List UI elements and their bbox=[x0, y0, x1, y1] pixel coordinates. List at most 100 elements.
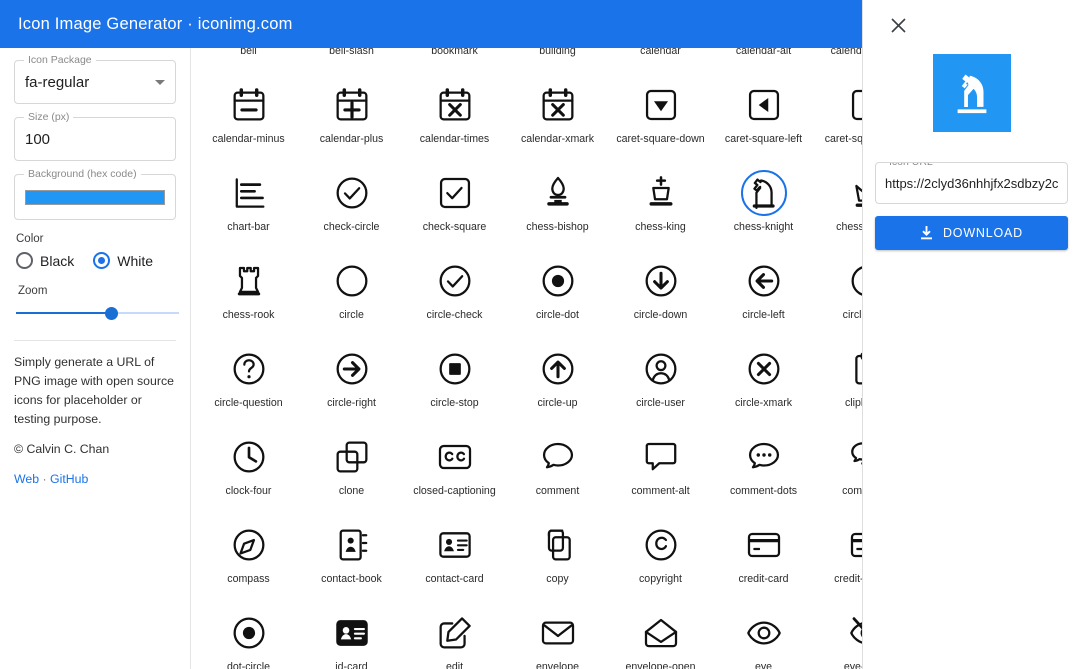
icon-cell-compass[interactable]: compass bbox=[197, 514, 300, 602]
radio-black[interactable] bbox=[16, 252, 33, 269]
icon-cell-circle-xmark[interactable]: circle-xmark bbox=[712, 338, 815, 426]
icon-cell-eye[interactable]: eye bbox=[712, 602, 815, 669]
icon-cell-comment-alt[interactable]: comment-alt bbox=[609, 426, 712, 514]
icon-cell-building[interactable]: building bbox=[506, 48, 609, 74]
icon-cell-credit-card[interactable]: credit-card bbox=[712, 514, 815, 602]
icon-cell-circle-check[interactable]: circle-check bbox=[403, 250, 506, 338]
icon-cell-caret-square-down[interactable]: caret-square-down bbox=[609, 74, 712, 162]
icon-cell-chess-queen[interactable]: chess-queen bbox=[815, 162, 862, 250]
icon-cell-label: circle-stop bbox=[430, 397, 479, 409]
icon-package-select[interactable]: Icon Package fa-regular bbox=[14, 54, 176, 104]
icon-cell-bookmark[interactable]: bookmark bbox=[403, 48, 506, 74]
zoom-label: Zoom bbox=[18, 285, 48, 297]
icon-cell-credit-card-alt[interactable]: credit-card-alt bbox=[815, 514, 862, 602]
comments-icon bbox=[844, 434, 862, 480]
size-value: 100 bbox=[25, 130, 51, 148]
radio-white-label: White bbox=[117, 252, 154, 269]
icon-cell-circle-left[interactable]: circle-left bbox=[712, 250, 815, 338]
icon-url-field[interactable]: Icon URL https://2clyd36nhhjfx2sdbzy2cu4… bbox=[875, 162, 1068, 204]
icon-cell-comment-dots[interactable]: comment-dots bbox=[712, 426, 815, 514]
icon-cell-chess-rook[interactable]: chess-rook bbox=[197, 250, 300, 338]
icon-cell-chess-king[interactable]: chess-king bbox=[609, 162, 712, 250]
icon-cell-envelope-open[interactable]: envelope-open bbox=[609, 602, 712, 669]
icon-cell-comment[interactable]: comment bbox=[506, 426, 609, 514]
icon-cell-label: clipboard bbox=[845, 397, 862, 409]
icon-cell-calendar-check[interactable]: calendar-check bbox=[815, 48, 862, 74]
icon-cell-label: circle-xmark bbox=[734, 397, 793, 409]
icon-grid-area[interactable]: bell bell-slash bookmark building calendar ca… bbox=[191, 48, 862, 669]
icon-cell-check-circle[interactable]: check-circle bbox=[300, 162, 403, 250]
icon-cell-clock-four[interactable]: clock-four bbox=[197, 426, 300, 514]
zoom-slider[interactable] bbox=[16, 304, 179, 322]
clock-four-icon bbox=[226, 434, 272, 480]
link-github[interactable]: GitHub bbox=[50, 472, 88, 486]
size-input[interactable]: Size (px) 100 bbox=[14, 111, 176, 161]
icon-cell-label: envelope-open bbox=[625, 661, 696, 669]
icon-cell-circle-play[interactable]: circle-play bbox=[815, 250, 862, 338]
copy-icon bbox=[535, 522, 581, 568]
circle-left-icon bbox=[741, 258, 787, 304]
icon-cell-calendar-plus[interactable]: calendar-plus bbox=[300, 74, 403, 162]
icon-cell-circle-dot[interactable]: circle-dot bbox=[506, 250, 609, 338]
icon-cell-caret-square-right[interactable]: caret-square-right bbox=[815, 74, 862, 162]
icon-cell-label: circle-dot bbox=[536, 309, 579, 321]
icon-cell-copyright[interactable]: copyright bbox=[609, 514, 712, 602]
color-radio-group: Black White bbox=[14, 252, 176, 269]
icon-cell-bell-slash[interactable]: bell-slash bbox=[300, 48, 403, 74]
icon-cell-label: eye bbox=[754, 661, 773, 669]
icon-cell-comments[interactable]: comments bbox=[815, 426, 862, 514]
envelope-open-icon bbox=[638, 610, 684, 656]
icon-cell-circle-user[interactable]: circle-user bbox=[609, 338, 712, 426]
icon-grid: bell bell-slash bookmark building calendar ca… bbox=[191, 48, 862, 669]
icon-cell-envelope[interactable]: envelope bbox=[506, 602, 609, 669]
icon-cell-id-card[interactable]: id-card bbox=[300, 602, 403, 669]
circle-question-icon bbox=[226, 346, 272, 392]
icon-cell-circle-stop[interactable]: circle-stop bbox=[403, 338, 506, 426]
radio-white[interactable] bbox=[93, 252, 111, 269]
dot-circle-icon bbox=[226, 610, 272, 656]
footer-links: Web · GitHub bbox=[14, 472, 176, 486]
icon-cell-calendar-xmark[interactable]: calendar-xmark bbox=[506, 74, 609, 162]
icon-cell-circle-right[interactable]: circle-right bbox=[300, 338, 403, 426]
icon-cell-chess-knight[interactable]: chess-knight bbox=[712, 162, 815, 250]
background-color-input[interactable]: Background (hex code) bbox=[14, 168, 176, 220]
close-icon[interactable] bbox=[885, 12, 911, 38]
app-root: Icon Image Generator · iconimg.com Icon … bbox=[0, 0, 1080, 669]
icon-cell-label: clone bbox=[338, 485, 365, 497]
icon-cell-label: comment bbox=[535, 485, 580, 497]
icon-cell-circle-down[interactable]: circle-down bbox=[609, 250, 712, 338]
chart-bar-icon bbox=[226, 170, 272, 216]
icon-cell-closed-captioning[interactable]: closed-captioning bbox=[403, 426, 506, 514]
icon-cell-contact-book[interactable]: contact-book bbox=[300, 514, 403, 602]
download-button[interactable]: DOWNLOAD bbox=[875, 216, 1068, 250]
icon-cell-calendar-alt[interactable]: calendar-alt bbox=[712, 48, 815, 74]
icon-cell-check-square[interactable]: check-square bbox=[403, 162, 506, 250]
icon-cell-bell[interactable]: bell bbox=[197, 48, 300, 74]
icon-cell-circle-up[interactable]: circle-up bbox=[506, 338, 609, 426]
icon-cell-contact-card[interactable]: contact-card bbox=[403, 514, 506, 602]
icon-cell-label: circle-check bbox=[426, 309, 483, 321]
icon-cell-calendar-times[interactable]: calendar-times bbox=[403, 74, 506, 162]
icon-cell-chart-bar[interactable]: chart-bar bbox=[197, 162, 300, 250]
icon-cell-clone[interactable]: clone bbox=[300, 426, 403, 514]
icon-cell-calendar-minus[interactable]: calendar-minus bbox=[197, 74, 300, 162]
zoom-slider-thumb[interactable] bbox=[104, 307, 118, 320]
icon-cell-calendar[interactable]: calendar bbox=[609, 48, 712, 74]
eye-slash-icon bbox=[844, 610, 862, 656]
link-web[interactable]: Web bbox=[14, 472, 39, 486]
calendar-minus-icon bbox=[226, 82, 272, 128]
icon-cell-circle-question[interactable]: circle-question bbox=[197, 338, 300, 426]
icon-cell-dot-circle[interactable]: dot-circle bbox=[197, 602, 300, 669]
background-color-swatch[interactable] bbox=[25, 189, 165, 205]
icon-cell-label: circle-play bbox=[842, 309, 862, 321]
icon-cell-copy[interactable]: copy bbox=[506, 514, 609, 602]
icon-package-legend: Icon Package bbox=[24, 54, 96, 67]
icon-cell-clipboard[interactable]: clipboard bbox=[815, 338, 862, 426]
icon-cell-chess-bishop[interactable]: chess-bishop bbox=[506, 162, 609, 250]
icon-cell-eye-slash[interactable]: eye-slash bbox=[815, 602, 862, 669]
icon-cell-caret-square-left[interactable]: caret-square-left bbox=[712, 74, 815, 162]
icon-cell-edit[interactable]: edit bbox=[403, 602, 506, 669]
icon-cell-circle[interactable]: circle bbox=[300, 250, 403, 338]
comment-dots-icon bbox=[741, 434, 787, 480]
id-card-icon bbox=[329, 610, 375, 656]
